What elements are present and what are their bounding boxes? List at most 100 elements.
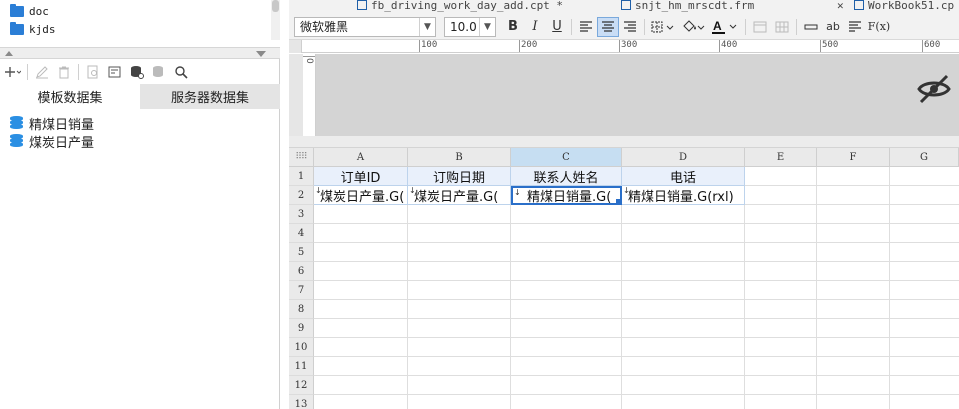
report-icon: [854, 0, 864, 10]
gridline: [314, 261, 959, 262]
row-header-5[interactable]: 5: [289, 243, 314, 262]
dataset-edit-icon[interactable]: [104, 62, 126, 82]
bold-button[interactable]: B: [502, 17, 524, 37]
doc-tab[interactable]: fb_driving_work_day_add.cpt *: [357, 0, 563, 14]
cell-formula: 精煤日销量.G(: [527, 190, 612, 205]
align-left-button[interactable]: [575, 17, 597, 37]
report-header-area[interactable]: [316, 54, 959, 136]
dataset-item-label: 煤炭日产量: [29, 135, 95, 151]
tree-item-kjds[interactable]: kjds: [10, 21, 56, 37]
data-cell[interactable]: ↓ 精煤日销量.G(rxl): [622, 186, 745, 205]
border-button[interactable]: [648, 17, 678, 37]
ruler-tick: [719, 40, 720, 52]
ruler-mark: 400: [721, 40, 738, 50]
row-header-11[interactable]: 11: [289, 357, 314, 376]
panel-splitter[interactable]: [0, 47, 280, 59]
section-divider: [289, 136, 959, 148]
dataset-item[interactable]: 煤炭日产量: [0, 132, 280, 151]
select-all-corner[interactable]: ⠿⠿: [289, 148, 314, 167]
ruler-tick: [419, 40, 420, 52]
dataset-item[interactable]: 精煤日销量: [0, 114, 280, 133]
eye-off-icon[interactable]: [917, 74, 951, 104]
chevron-down-icon[interactable]: ▼: [479, 17, 495, 36]
selected-cell[interactable]: ↓ 精煤日销量.G(: [511, 186, 622, 205]
header-cell[interactable]: 订购日期: [408, 167, 511, 186]
font-family-select[interactable]: 微软雅黑 ▼: [294, 16, 436, 37]
ruler-tick: [519, 40, 520, 52]
toolbar-divider: [796, 18, 797, 35]
data-cell[interactable]: ↓ 煤炭日产量.G(: [314, 186, 408, 205]
row-header-8[interactable]: 8: [289, 300, 314, 319]
ruler-tick: [922, 40, 923, 52]
column-header-a[interactable]: A: [314, 148, 408, 167]
row-header-1[interactable]: 1: [289, 167, 314, 186]
row-header-6[interactable]: 6: [289, 262, 314, 281]
align-center-button[interactable]: [597, 16, 619, 37]
row-header-10[interactable]: 10: [289, 338, 314, 357]
column-header-c[interactable]: C: [511, 148, 622, 167]
merge-cells-icon[interactable]: [749, 17, 771, 37]
preview-icon[interactable]: [82, 62, 104, 82]
spreadsheet-grid[interactable]: ⠿⠿ A B C D E F G 1 2 3 4 5 6 7 8 9 10 11 12 13 订单ID 订购日期 联系人姓名…: [289, 148, 959, 409]
data-cell[interactable]: ↓ 煤炭日产量.G(: [408, 186, 511, 205]
row-header-13[interactable]: 13: [289, 395, 314, 409]
column-header-f[interactable]: F: [817, 148, 890, 167]
doc-tab-label: WorkBook51.cp: [868, 0, 955, 12]
insert-row-icon[interactable]: [800, 17, 822, 37]
row-header-4[interactable]: 4: [289, 224, 314, 243]
font-size-select[interactable]: 10.0 ▼: [444, 16, 496, 37]
column-header-e[interactable]: E: [745, 148, 817, 167]
scrollbar-thumb[interactable]: [272, 0, 279, 12]
row-header-12[interactable]: 12: [289, 376, 314, 395]
delete-icon[interactable]: [53, 62, 75, 82]
header-cell[interactable]: 订单ID: [314, 167, 408, 186]
ruler-mark: 300: [621, 40, 638, 50]
align-right-button[interactable]: [619, 17, 641, 37]
gridline: [314, 337, 959, 338]
search-icon[interactable]: [170, 62, 192, 82]
vertical-ruler: 0: [303, 54, 316, 136]
fill-color-button[interactable]: [678, 17, 708, 37]
text-tool-button[interactable]: ab: [822, 17, 844, 37]
chevron-down-icon[interactable]: ▼: [419, 17, 435, 36]
fill-handle[interactable]: [616, 199, 620, 203]
tree-item-doc[interactable]: doc: [10, 3, 49, 19]
collapse-up-icon[interactable]: [5, 51, 13, 56]
tree-scrollbar[interactable]: [271, 0, 280, 40]
column-header-g[interactable]: G: [890, 148, 959, 167]
gridline: [816, 167, 817, 409]
split-cells-icon[interactable]: [771, 17, 793, 37]
row-header-7[interactable]: 7: [289, 281, 314, 300]
formula-button[interactable]: F(x): [866, 17, 892, 37]
header-cell[interactable]: 电话: [622, 167, 745, 186]
column-header-d[interactable]: D: [622, 148, 745, 167]
font-color-button[interactable]: A: [708, 17, 742, 37]
gridline: [314, 280, 959, 281]
doc-tab-label: snjt_hm_mrscdt.frm: [635, 0, 755, 12]
column-header-b[interactable]: B: [408, 148, 511, 167]
gridline: [314, 223, 959, 224]
expand-down-icon: ↓: [409, 186, 416, 195]
cell-formula: 煤炭日产量.G(: [320, 189, 405, 205]
expand-down-icon: ↓: [514, 188, 521, 197]
row-header-9[interactable]: 9: [289, 319, 314, 338]
doc-tab[interactable]: WorkBook51.cp: [854, 0, 954, 14]
underline-button[interactable]: U: [546, 17, 568, 37]
edit-icon[interactable]: [31, 62, 53, 82]
database-refresh-icon[interactable]: [148, 62, 170, 82]
tab-server-datasets[interactable]: 服务器数据集: [140, 84, 280, 109]
row-header-3[interactable]: 3: [289, 205, 314, 224]
row-header-2[interactable]: 2: [289, 186, 314, 205]
collapse-down-icon[interactable]: [256, 51, 266, 57]
add-icon[interactable]: [2, 62, 24, 82]
report-icon: [357, 0, 367, 10]
ruler-mark: 0: [304, 58, 314, 64]
close-tab-icon[interactable]: ✕: [837, 0, 844, 14]
header-cell[interactable]: 联系人姓名: [511, 167, 622, 186]
database-icon[interactable]: [126, 62, 148, 82]
italic-button[interactable]: I: [524, 17, 546, 37]
tab-template-datasets[interactable]: 模板数据集: [0, 84, 140, 109]
doc-tab[interactable]: snjt_hm_mrscdt.frm: [621, 0, 754, 14]
form-icon: [621, 0, 631, 10]
paragraph-icon[interactable]: [844, 17, 866, 37]
